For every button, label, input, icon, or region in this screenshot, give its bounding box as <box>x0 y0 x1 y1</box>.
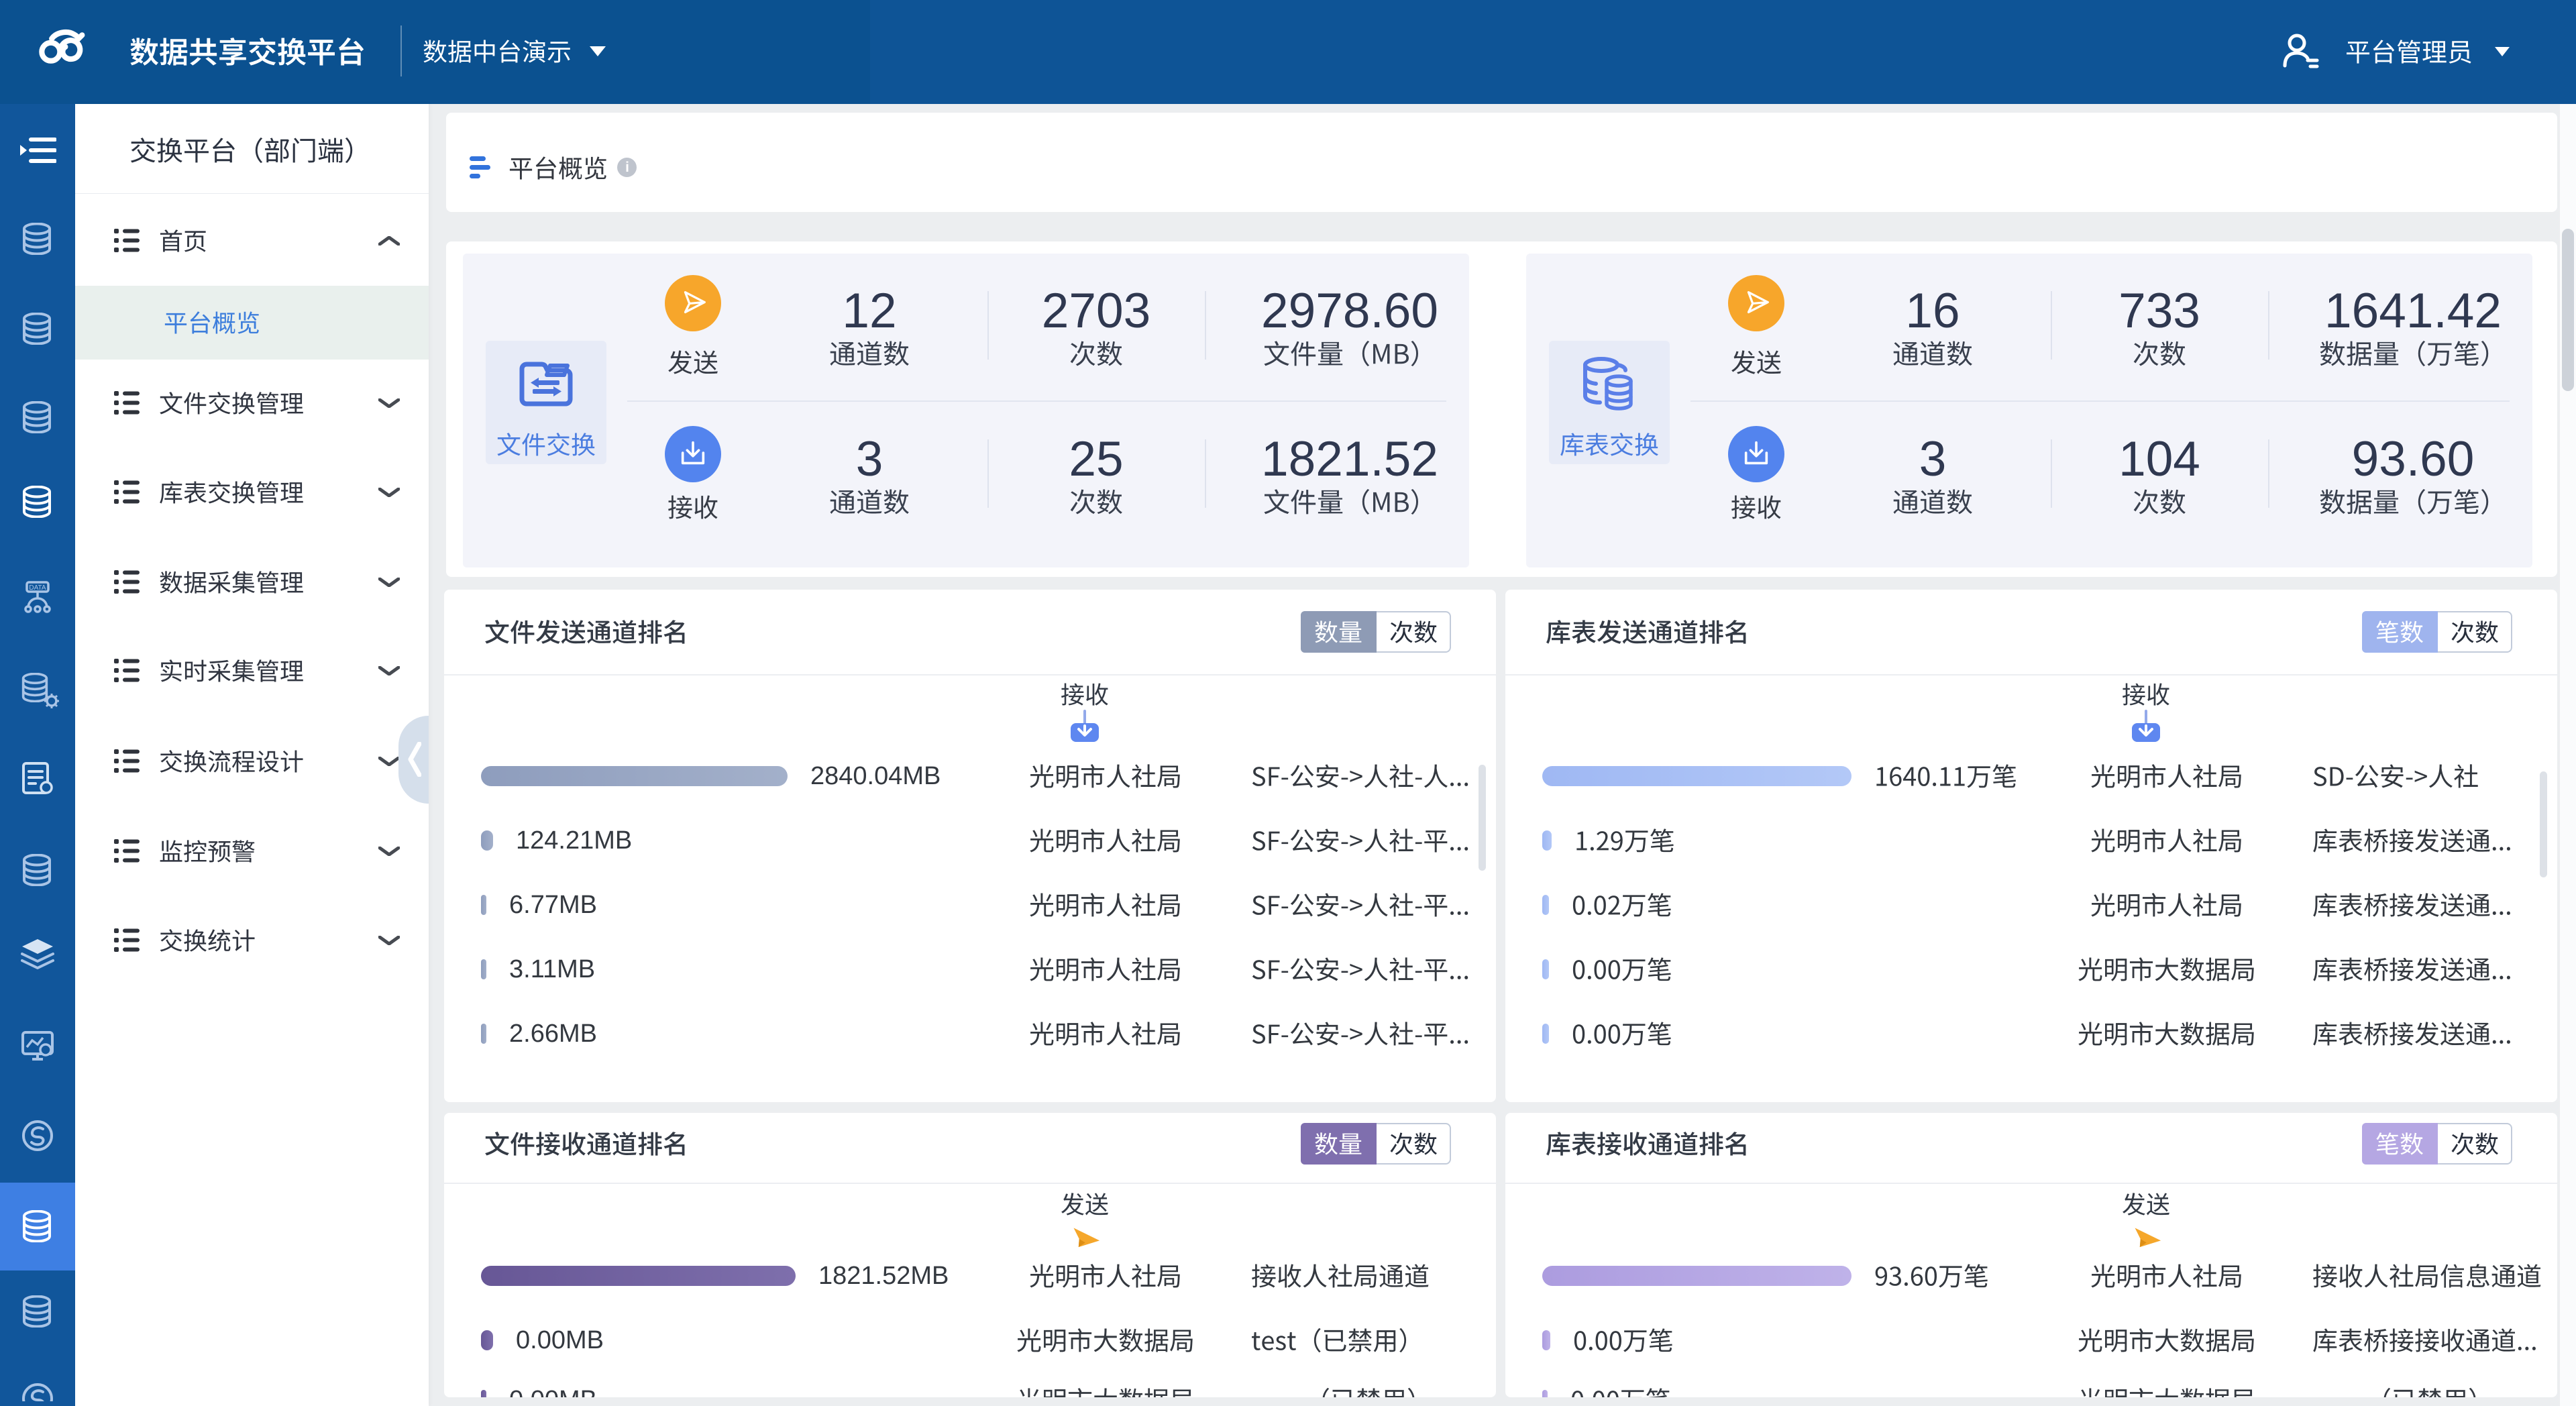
svg-text:DATA: DATA <box>29 584 46 592</box>
